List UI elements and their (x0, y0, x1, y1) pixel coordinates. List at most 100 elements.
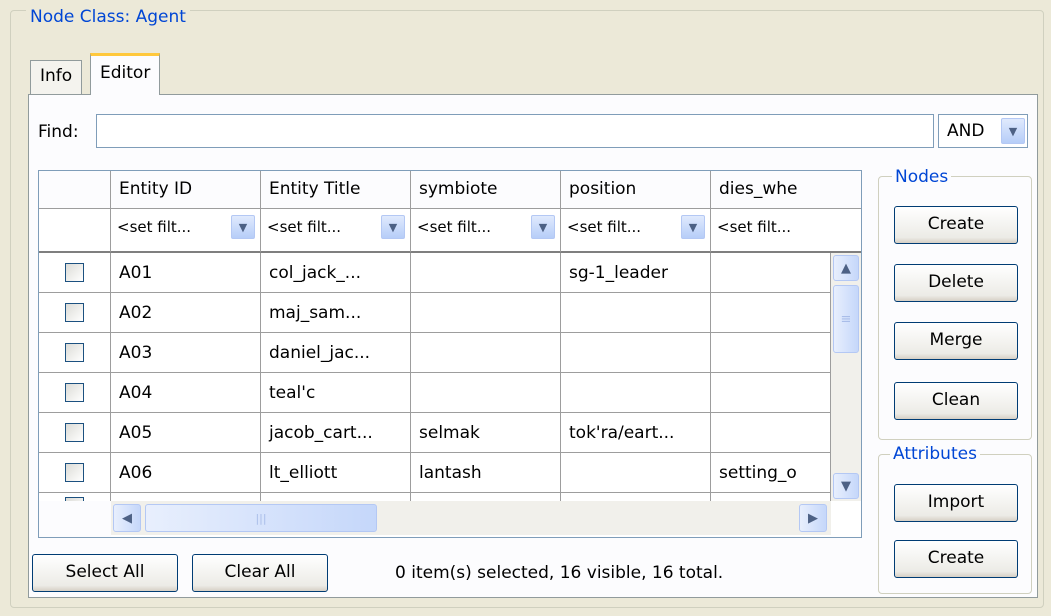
column-filter[interactable]: <set filt... ▼ (261, 209, 411, 253)
chevron-down-icon[interactable]: ▼ (231, 215, 255, 239)
table-row[interactable]: A02 maj_sam... (39, 293, 831, 333)
filter-select-cell (39, 209, 111, 253)
create-node-button[interactable]: Create (894, 206, 1018, 244)
filter-text: <set filt... (417, 218, 492, 236)
group-title: Node Class: Agent (26, 6, 190, 28)
scroll-up-icon[interactable]: ▲ (833, 255, 859, 281)
table-cell[interactable] (411, 253, 561, 293)
row-checkbox[interactable] (65, 343, 84, 362)
column-header[interactable]: dies_whe (711, 171, 861, 209)
row-checkbox[interactable] (65, 263, 84, 282)
select-cell (39, 373, 111, 413)
clear-all-button[interactable]: Clear All (192, 554, 328, 592)
chevron-down-icon[interactable]: ▼ (381, 215, 405, 239)
table-cell[interactable]: col_jack_... (261, 253, 411, 293)
delete-node-button[interactable]: Delete (894, 264, 1018, 302)
vertical-scroll-thumb[interactable]: ≡ (833, 285, 859, 353)
select-all-button[interactable]: Select All (32, 554, 178, 592)
table-cell[interactable] (711, 373, 831, 413)
table-cell[interactable] (711, 293, 831, 333)
table-cell[interactable]: lt_elliott (261, 453, 411, 493)
select-cell (39, 253, 111, 293)
table-cell[interactable]: setting_o (711, 453, 831, 493)
table-cell[interactable] (711, 413, 831, 453)
filter-text: <set filt... (567, 218, 642, 236)
table-cell[interactable] (561, 373, 711, 413)
table-row[interactable] (39, 493, 831, 501)
select-cell (39, 453, 111, 493)
table-cell[interactable] (711, 333, 831, 373)
create-attribute-button[interactable]: Create (894, 540, 1018, 578)
table-cell[interactable]: A04 (111, 373, 261, 413)
table-cell[interactable] (561, 333, 711, 373)
table-row[interactable]: A06 lt_elliott lantash setting_o (39, 453, 831, 493)
chevron-down-icon[interactable]: ▼ (1001, 118, 1025, 144)
column-header[interactable]: Entity Title (261, 171, 411, 209)
row-checkbox[interactable] (65, 383, 84, 402)
table-row[interactable]: A03 daniel_jac... (39, 333, 831, 373)
table-cell[interactable]: selmak (411, 413, 561, 453)
column-filter[interactable]: <set filt... ▼ (111, 209, 261, 253)
header-select-cell (39, 171, 111, 209)
table-cell[interactable]: maj_sam... (261, 293, 411, 333)
table-cell[interactable] (711, 493, 831, 501)
table-row[interactable]: A01 col_jack_... sg-1_leader (39, 253, 831, 293)
table-cell[interactable]: A03 (111, 333, 261, 373)
table-cell[interactable] (561, 293, 711, 333)
select-cell (39, 493, 111, 501)
selection-status: 0 item(s) selected, 16 visible, 16 total… (395, 563, 724, 583)
select-cell (39, 413, 111, 453)
horizontal-scrollbar[interactable]: ◀ ||| ▶ (111, 501, 831, 535)
table-cell[interactable] (111, 493, 261, 501)
clean-node-button[interactable]: Clean (894, 382, 1018, 420)
table-body: A01 col_jack_... sg-1_leader A02 maj_sam… (39, 253, 831, 501)
tab-editor[interactable]: Editor (90, 53, 161, 95)
vertical-scrollbar[interactable]: ▲ ≡ ▼ (831, 253, 861, 501)
table-row[interactable]: A04 teal'c (39, 373, 831, 413)
row-checkbox[interactable] (65, 463, 84, 482)
row-checkbox[interactable] (65, 423, 84, 442)
import-attributes-button[interactable]: Import (894, 484, 1018, 522)
tab-info[interactable]: Info (30, 60, 83, 94)
table-cell[interactable] (411, 333, 561, 373)
table-cell[interactable]: jacob_cart... (261, 413, 411, 453)
filter-text: <set filt... (117, 218, 192, 236)
find-input[interactable] (96, 114, 934, 148)
table-cell[interactable]: A01 (111, 253, 261, 293)
row-checkbox[interactable] (65, 303, 84, 322)
table-cell[interactable]: tok'ra/eart... (561, 413, 711, 453)
nodes-group-title: Nodes (892, 166, 952, 188)
table-cell[interactable] (411, 293, 561, 333)
scroll-right-icon[interactable]: ▶ (799, 504, 827, 532)
column-header[interactable]: position (561, 171, 711, 209)
table-cell[interactable]: A02 (111, 293, 261, 333)
chevron-down-icon[interactable]: ▼ (531, 215, 555, 239)
select-cell (39, 293, 111, 333)
column-filter[interactable]: <set filt... (711, 209, 861, 253)
table-cell[interactable]: A05 (111, 413, 261, 453)
operator-select[interactable]: AND ▼ (938, 114, 1028, 148)
chevron-down-icon[interactable]: ▼ (681, 215, 705, 239)
column-header[interactable]: symbiote (411, 171, 561, 209)
table-cell[interactable] (411, 373, 561, 413)
table-row[interactable]: A05 jacob_cart... selmak tok'ra/eart... (39, 413, 831, 453)
table-cell[interactable]: teal'c (261, 373, 411, 413)
column-filter[interactable]: <set filt... ▼ (561, 209, 711, 253)
table-cell[interactable] (561, 493, 711, 501)
find-label: Find: (38, 122, 79, 142)
merge-node-button[interactable]: Merge (894, 322, 1018, 360)
horizontal-scroll-thumb[interactable]: ||| (145, 504, 377, 532)
table-cell[interactable] (411, 493, 561, 501)
scroll-down-icon[interactable]: ▼ (833, 473, 859, 499)
table-cell[interactable]: sg-1_leader (561, 253, 711, 293)
table-cell[interactable]: A06 (111, 453, 261, 493)
scroll-corner (39, 501, 111, 537)
table-cell[interactable]: lantash (411, 453, 561, 493)
column-filter[interactable]: <set filt... ▼ (411, 209, 561, 253)
table-cell[interactable]: daniel_jac... (261, 333, 411, 373)
column-header[interactable]: Entity ID (111, 171, 261, 209)
table-cell[interactable] (711, 253, 831, 293)
scroll-left-icon[interactable]: ◀ (113, 504, 141, 532)
table-cell[interactable] (561, 453, 711, 493)
table-cell[interactable] (261, 493, 411, 501)
